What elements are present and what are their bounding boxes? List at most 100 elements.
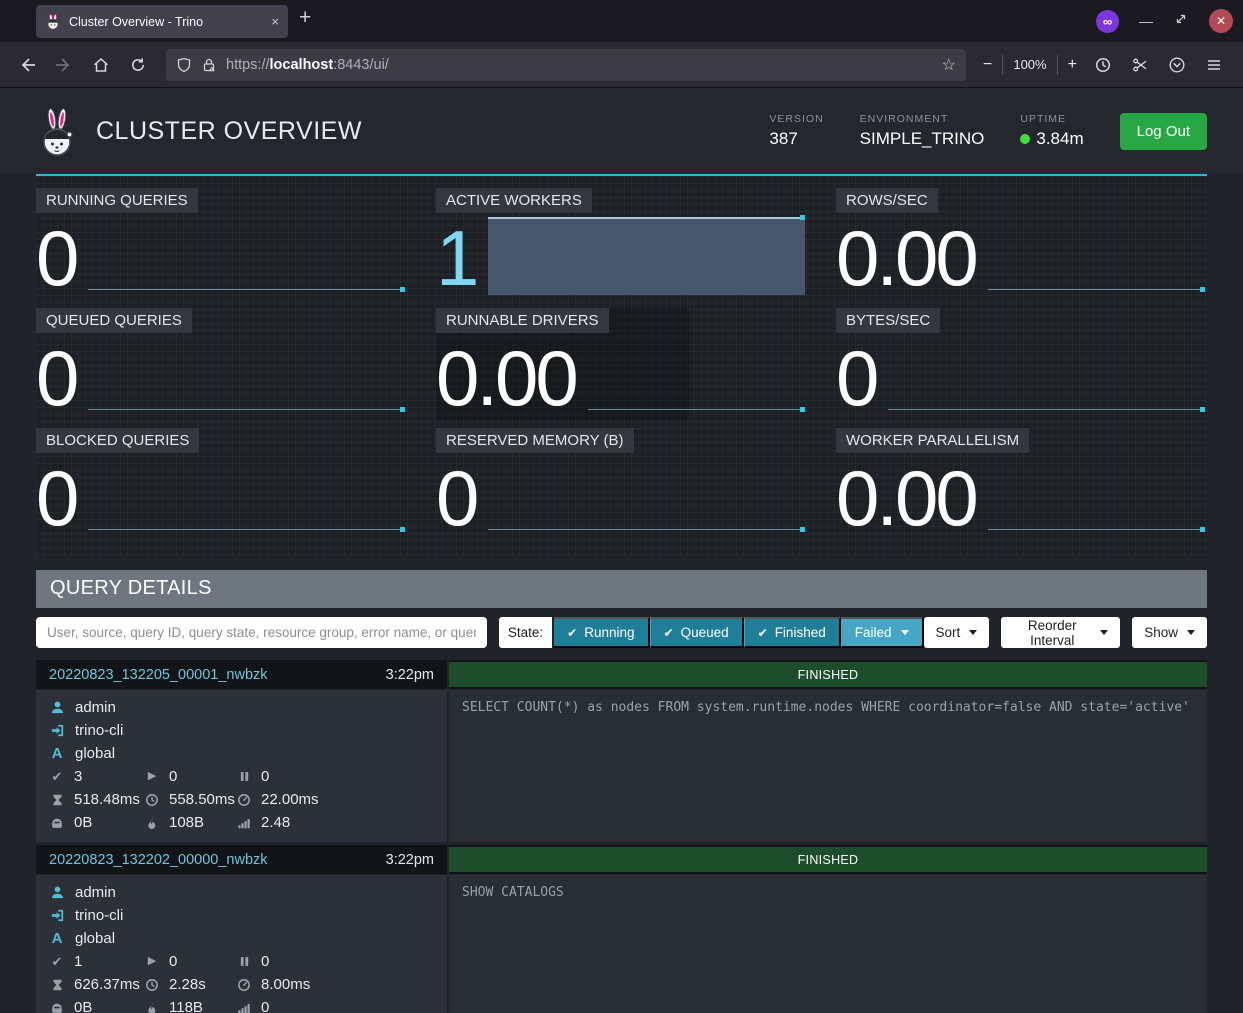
page-title: CLUSTER OVERVIEW [96, 117, 362, 146]
url-bar[interactable]: https://localhost:8443/ui/ ☆ [166, 49, 966, 81]
metric-value: 0 [36, 342, 76, 415]
home-button[interactable] [86, 50, 116, 80]
metric-card[interactable]: QUEUED QUERIES 0 [36, 308, 407, 420]
state-filter-running[interactable]: ✔Running [554, 617, 649, 648]
menu-button[interactable] [1199, 50, 1229, 80]
metric-card[interactable]: BYTES/SEC 0 [836, 308, 1207, 420]
query-stat: ▶0 [144, 950, 236, 973]
window-minimize-button[interactable]: — [1139, 13, 1153, 29]
metric-sparkline [488, 217, 805, 295]
query-stat-value: 108B [169, 814, 204, 831]
query-resource-group: Aglobal [49, 742, 434, 765]
query-id-cell: 20220823_132202_00000_nwbzk 3:22pm [36, 845, 447, 874]
metric-label: RESERVED MEMORY (B) [436, 428, 634, 453]
query-source: trino-cli [49, 904, 434, 927]
uptime-status-dot [1020, 134, 1030, 144]
resource-group-icon: A [49, 931, 65, 946]
divider [1057, 55, 1058, 75]
query-stat: 626.37ms [49, 973, 144, 996]
screenshot-button[interactable] [1125, 50, 1155, 80]
sort-dropdown[interactable]: Sort [924, 617, 990, 648]
check-icon: ✔ [758, 626, 768, 640]
version-label: VERSION [769, 113, 823, 125]
metric-card[interactable]: ACTIVE WORKERS 1 [436, 188, 807, 300]
query-stat-value: 626.37ms [74, 976, 140, 993]
show-dropdown[interactable]: Show [1132, 617, 1207, 648]
metric-sparkline [888, 337, 1205, 415]
shield-icon[interactable] [176, 57, 192, 73]
lock-warning-icon[interactable] [201, 57, 217, 73]
metric-card[interactable]: BLOCKED QUERIES 0 [36, 428, 407, 540]
query-status-badge: FINISHED [449, 847, 1207, 872]
metric-card[interactable]: WORKER PARALLELISM 0.00 [836, 428, 1207, 540]
parallelism-icon [236, 1001, 252, 1013]
sparkline-point-icon [1200, 407, 1205, 412]
new-tab-button[interactable]: + [299, 6, 311, 30]
trino-favicon-bunny-icon [45, 14, 61, 30]
reload-button[interactable] [123, 50, 153, 80]
logout-button[interactable]: Log Out [1120, 113, 1207, 150]
environment-info: ENVIRONMENT SIMPLE_TRINO [860, 113, 985, 149]
zoom-level[interactable]: 100% [1013, 57, 1046, 72]
state-filter-queued[interactable]: ✔Queued [650, 617, 744, 648]
state-filter-finished[interactable]: ✔Finished [744, 617, 841, 648]
query-stat-value: 0 [261, 768, 269, 785]
chevron-down-icon [1100, 630, 1108, 635]
history-button[interactable] [1088, 50, 1118, 80]
metric-value: 1 [436, 222, 476, 295]
query-stat: 0 [236, 765, 434, 788]
window-restore-button[interactable] [1173, 11, 1189, 32]
resource-group-icon: A [49, 746, 65, 761]
query-search-input[interactable] [36, 617, 487, 648]
metric-card[interactable]: RESERVED MEMORY (B) 0 [436, 428, 807, 540]
back-button[interactable] [12, 50, 42, 80]
metric-card[interactable]: ROWS/SEC 0.00 [836, 188, 1207, 300]
trino-bunny-logo [36, 107, 80, 159]
query-stat-value: 0B [74, 814, 92, 831]
query-id-link[interactable]: 20220823_132202_00000_nwbzk [49, 852, 268, 868]
browser-tab[interactable]: Cluster Overview - Trino × [36, 5, 288, 38]
query-stat: 0 [236, 996, 434, 1013]
chevron-down-icon [1187, 630, 1195, 635]
query-time: 3:22pm [386, 852, 434, 868]
metrics-grid: RUNNING QUERIES 0 ACTIVE WORKERS 1 ROWS/… [36, 176, 1207, 556]
metric-sparkline [88, 217, 405, 295]
query-time: 3:22pm [386, 667, 434, 683]
query-id-link[interactable]: 20220823_132205_00001_nwbzk [49, 667, 268, 683]
query-stat-value: 518.48ms [74, 791, 140, 808]
query-stat-value: 2.28s [169, 976, 206, 993]
metric-sparkline [988, 457, 1205, 535]
query-stat: 2.28s [144, 973, 236, 996]
version-info: VERSION 387 [769, 113, 823, 149]
query-stat: 8.00ms [236, 973, 434, 996]
state-filter-failed[interactable]: Failed [841, 617, 924, 648]
zoom-out-button[interactable]: − [983, 56, 992, 74]
query-stat-value: 118B [169, 999, 203, 1013]
sparkline-point-icon [800, 527, 805, 532]
url-text[interactable]: https://localhost:8443/ui/ [226, 57, 933, 73]
query-stat: 558.50ms [144, 788, 236, 811]
play-icon: ▶ [144, 771, 160, 782]
metric-card[interactable]: RUNNING QUERIES 0 [36, 188, 407, 300]
check-icon: ✔ [49, 770, 65, 783]
state-filter-group: State: ✔Running ✔Queued ✔Finished Failed [499, 617, 924, 648]
tab-close-icon[interactable]: × [271, 14, 279, 29]
window-close-button[interactable]: ✕ [1209, 9, 1233, 33]
query-resource-group: Aglobal [49, 927, 434, 950]
pocket-button[interactable] [1162, 50, 1192, 80]
bookmark-star-icon[interactable]: ☆ [942, 55, 956, 75]
pause-icon [236, 770, 252, 783]
metric-card[interactable]: RUNNABLE DRIVERS 0.00 [436, 308, 807, 420]
play-icon: ▶ [144, 956, 160, 967]
forward-button[interactable] [49, 50, 79, 80]
gauge-icon [236, 793, 252, 807]
query-status-cell: FINISHED [449, 660, 1207, 689]
query-meta-panel: admin trino-cli Aglobal ✔1 ▶0 0 626.37ms… [36, 875, 447, 1013]
sparkline-point-icon [400, 527, 405, 532]
query-stat-value: 8.00ms [261, 976, 310, 993]
clock-icon [144, 793, 160, 807]
zoom-in-button[interactable]: + [1068, 56, 1077, 74]
reorder-interval-dropdown[interactable]: Reorder Interval [1001, 617, 1120, 648]
query-stat-value: 22.00ms [261, 791, 319, 808]
chevron-down-icon [901, 630, 909, 635]
